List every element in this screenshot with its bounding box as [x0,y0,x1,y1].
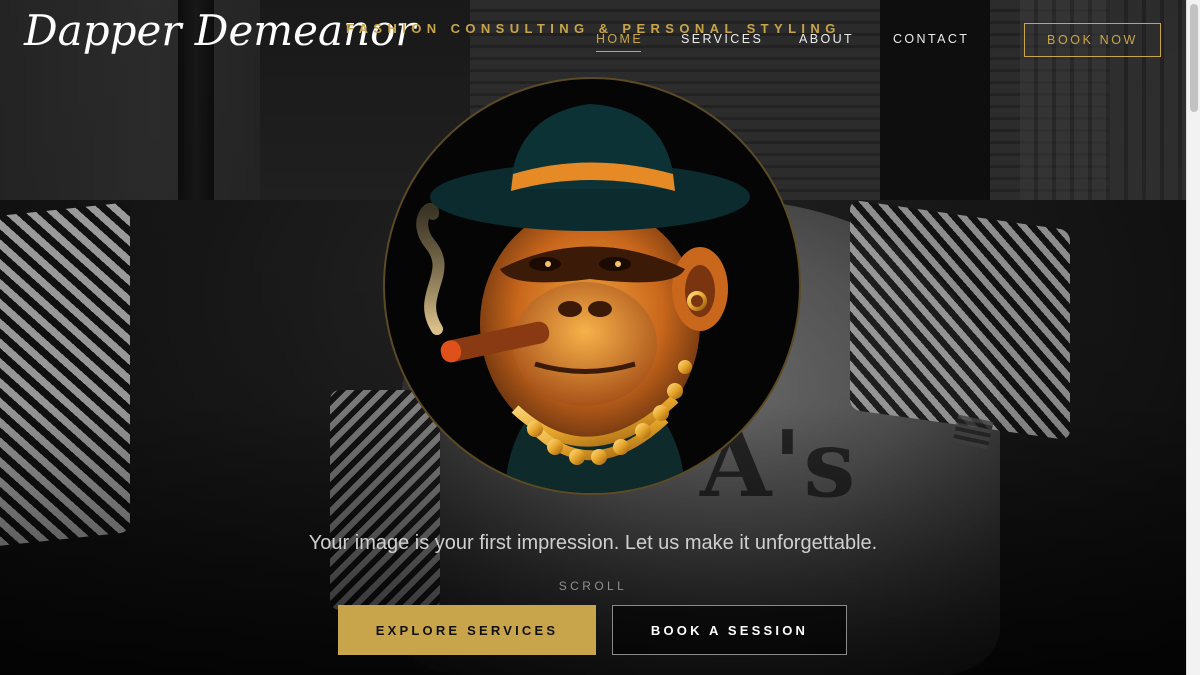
nav-services-link[interactable]: SERVICES [681,32,763,46]
nav-about-link[interactable]: ABOUT [799,32,854,46]
page-scrollbar[interactable] [1186,0,1200,675]
brand-tagline: FASHION CONSULTING & PERSONAL STYLING [346,21,841,36]
scroll-indicator[interactable]: SCROLL [0,579,1186,593]
hero-headline: Your image is your first impression. Let… [308,532,878,554]
explore-services-button[interactable]: EXPLORE SERVICES [338,605,596,655]
nav-contact-link[interactable]: CONTACT [893,32,969,46]
gorilla-emblem [383,77,801,495]
book-now-button[interactable]: BOOK NOW [1024,23,1161,57]
scrollbar-thumb[interactable] [1190,4,1198,112]
book-a-session-button[interactable]: BOOK A SESSION [612,605,847,655]
nav-home-link[interactable]: HOME [596,32,643,52]
gorilla-bowler-hat-cigar-icon [416,104,750,493]
